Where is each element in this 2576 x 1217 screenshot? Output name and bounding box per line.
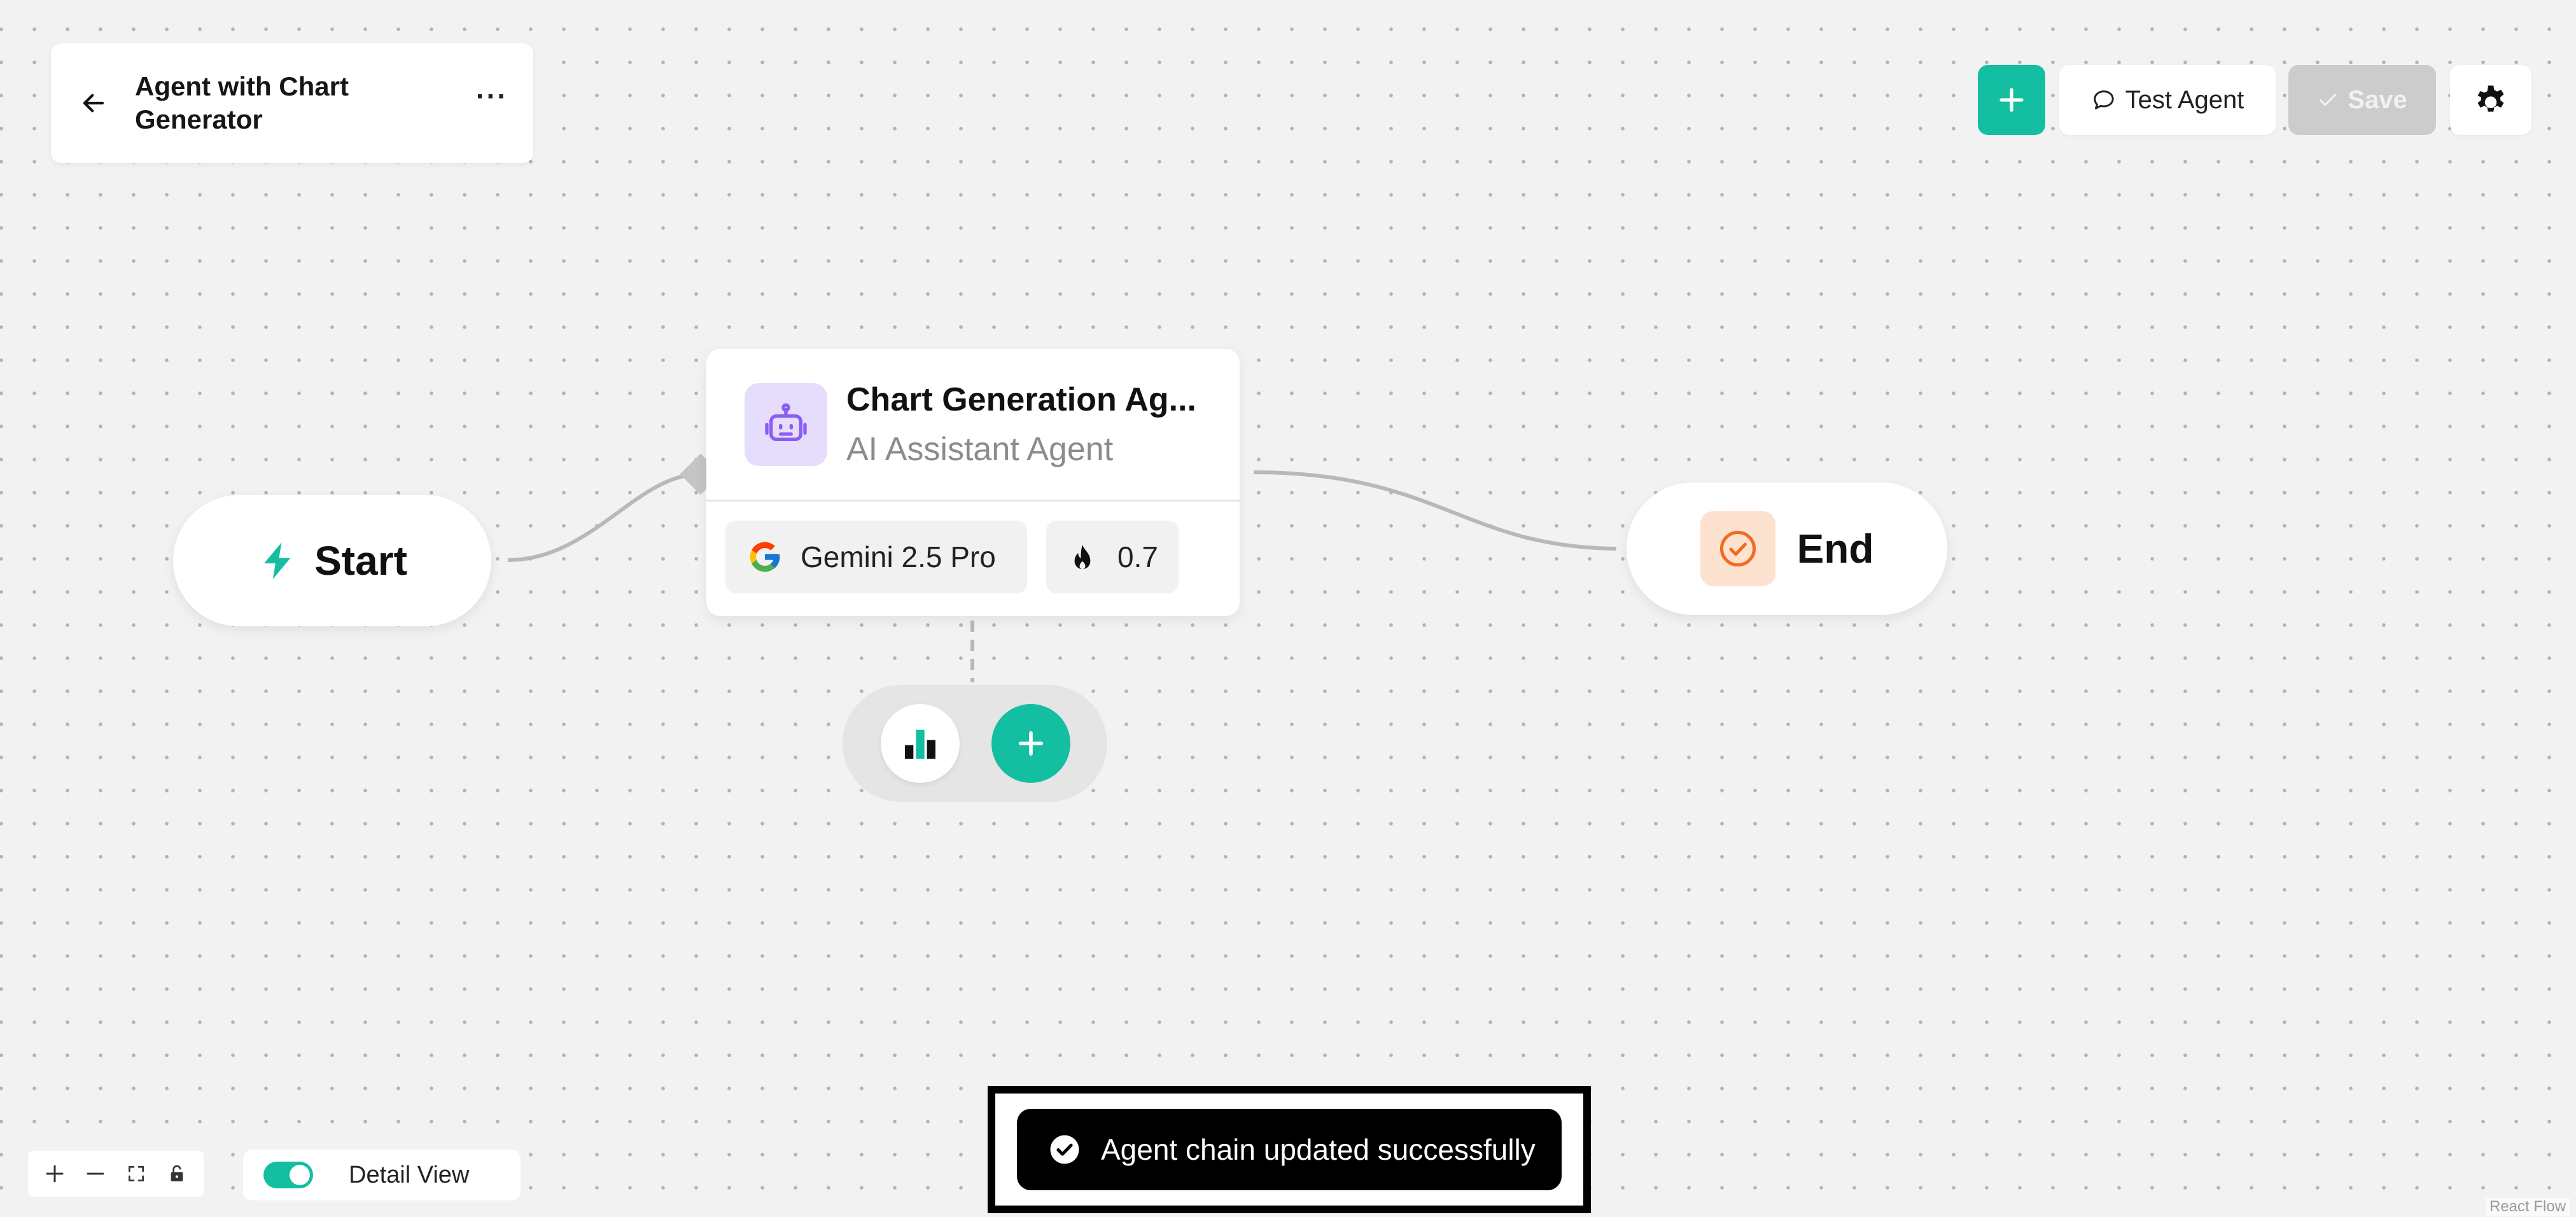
edge-start-agent <box>507 472 701 562</box>
lock-icon <box>171 1165 183 1181</box>
google-logo-icon <box>750 542 780 572</box>
zoom-out-button[interactable] <box>79 1157 112 1190</box>
add-tool-button[interactable] <box>991 704 1070 783</box>
detail-view-control[interactable]: Detail View <box>243 1150 521 1200</box>
model-name: Gemini 2.5 Pro <box>801 540 996 573</box>
agent-node-header: Chart Generation Ag... AI Assistant Agen… <box>706 349 1240 502</box>
end-label: End <box>1796 526 1874 572</box>
zoom-in-button[interactable] <box>38 1157 71 1190</box>
end-node[interactable]: End <box>1627 482 1947 615</box>
minus-icon <box>87 1172 104 1175</box>
lock-button[interactable] <box>160 1157 193 1190</box>
agent-icon-container <box>745 383 827 466</box>
lightning-bolt-icon <box>264 542 291 579</box>
edge-agent-end <box>1253 470 1617 551</box>
bar-chart-icon <box>905 729 935 759</box>
save-button[interactable]: Save <box>2288 65 2436 135</box>
check-circle-icon <box>1719 530 1756 567</box>
robot-icon <box>765 403 807 441</box>
plus-icon <box>1999 88 2024 112</box>
agent-tools-bar <box>843 685 1107 802</box>
end-icon-container <box>1700 511 1775 586</box>
model-chip[interactable]: Gemini 2.5 Pro <box>725 521 1027 593</box>
agent-name[interactable]: Agent with Chart Generator <box>135 70 415 136</box>
test-agent-button[interactable]: Test Agent <box>2059 65 2276 135</box>
temperature-chip[interactable]: 0.7 <box>1046 521 1179 593</box>
start-node[interactable]: Start <box>173 495 491 626</box>
test-agent-label: Test Agent <box>2125 85 2244 114</box>
arrow-left-icon[interactable] <box>80 90 107 116</box>
agent-title-card: Agent with Chart Generator ··· <box>51 43 533 163</box>
detail-view-toggle[interactable] <box>263 1162 313 1188</box>
chart-tool-button[interactable] <box>881 704 960 783</box>
fit-view-button[interactable] <box>120 1157 153 1190</box>
flame-icon <box>1074 544 1091 570</box>
toast-highlight-frame: Agent chain updated successfully <box>988 1086 1591 1213</box>
plus-icon <box>1018 731 1044 756</box>
agent-node-subtitle: AI Assistant Agent <box>846 430 1114 468</box>
temperature-value: 0.7 <box>1117 540 1158 573</box>
check-circle-icon <box>1050 1135 1079 1164</box>
toast-message: Agent chain updated successfully <box>1101 1133 1536 1166</box>
more-options-button[interactable]: ··· <box>476 83 508 116</box>
save-label: Save <box>2348 85 2407 114</box>
chat-bubble-icon <box>2093 90 2114 109</box>
agent-node[interactable]: Chart Generation Ag... AI Assistant Agen… <box>706 349 1240 616</box>
fit-view-icon <box>129 1166 144 1181</box>
settings-button[interactable] <box>2450 65 2531 135</box>
canvas-controls <box>28 1151 204 1197</box>
gear-icon <box>2477 85 2504 112</box>
add-node-button[interactable] <box>1978 65 2045 135</box>
react-flow-attribution[interactable]: React Flow <box>2486 1198 2570 1216</box>
agent-node-title: Chart Generation Ag... <box>846 381 1196 418</box>
detail-view-label: Detail View <box>349 1161 470 1188</box>
start-label: Start <box>314 538 407 584</box>
success-toast: Agent chain updated successfully <box>1017 1109 1562 1190</box>
plus-icon <box>46 1165 64 1183</box>
check-icon <box>2320 94 2337 106</box>
